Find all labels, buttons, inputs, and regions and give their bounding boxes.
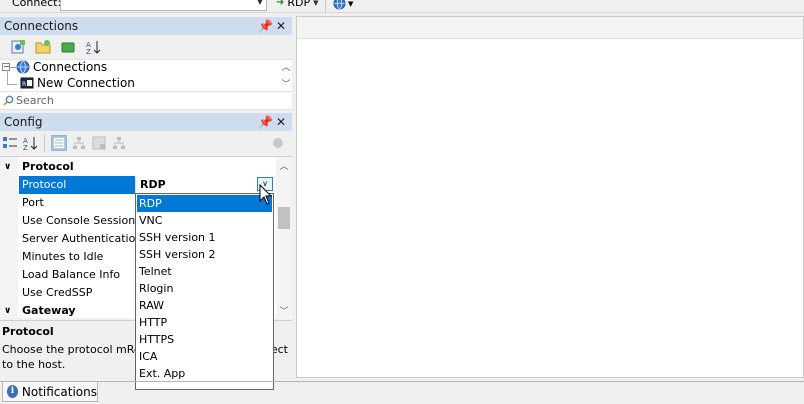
connection-tab-bar xyxy=(297,17,803,39)
connections-toolbar: AZ xyxy=(0,35,292,59)
connections-menu-button[interactable]: ▼ xyxy=(333,0,353,10)
property-name: Minutes to Idle xyxy=(22,250,104,263)
chevron-down-icon: ▼ xyxy=(348,0,354,8)
category-protocol[interactable]: ∨ Protocol xyxy=(0,158,276,176)
rdp-icon: R xyxy=(20,77,34,89)
bottom-tab-divider xyxy=(0,381,804,382)
property-grid-scrollbar[interactable]: ︿ ﹀ xyxy=(276,157,292,319)
toolbar-separator xyxy=(44,134,45,152)
property-name: Use Console Session xyxy=(22,214,135,227)
dropdown-option-ssh2[interactable]: SSH version 2 xyxy=(137,246,272,263)
connections-panel-title: Connections 📌 ✕ xyxy=(0,17,292,35)
tab-notifications[interactable]: i Notifications xyxy=(2,382,98,402)
quick-connect-protocol-button[interactable]: ➜ RDP ▼ xyxy=(276,0,319,9)
chevron-up-icon[interactable]: ︿ xyxy=(276,159,292,172)
dropdown-option-telnet[interactable]: Telnet xyxy=(137,263,272,280)
chevron-down-icon[interactable]: ∨ xyxy=(4,302,11,320)
close-icon[interactable]: ✕ xyxy=(276,113,286,131)
svg-text:Z: Z xyxy=(23,144,28,151)
tree-item-connections[interactable]: − Connections xyxy=(2,60,107,74)
tree-item-new-connection[interactable]: R New Connection xyxy=(20,76,135,90)
globe-icon xyxy=(333,0,346,10)
quick-connect-protocol-label: RDP xyxy=(287,0,311,9)
dropdown-option-ica[interactable]: ICA xyxy=(137,348,272,365)
pin-icon[interactable]: 📌 xyxy=(258,113,273,131)
chevron-down-icon: ▼ xyxy=(313,0,319,7)
chevron-down-icon[interactable]: ﹀ xyxy=(276,304,292,317)
collapse-icon[interactable]: − xyxy=(2,63,10,71)
host-status-icon xyxy=(270,135,286,151)
pin-icon[interactable]: 📌 xyxy=(258,17,273,35)
default-properties-icon[interactable] xyxy=(91,135,107,151)
sort-az-icon[interactable]: AZ xyxy=(22,135,38,151)
tree-item-label: Connections xyxy=(33,60,108,74)
connections-tree: − Connections R New Connection ︿ ﹀ xyxy=(0,59,292,91)
quick-connect-input[interactable]: ▼ xyxy=(60,0,267,11)
config-panel-title: Config 📌 ✕ xyxy=(0,113,292,131)
property-value[interactable]: RDP xyxy=(136,176,276,194)
tree-line xyxy=(7,70,8,85)
close-icon[interactable]: ✕ xyxy=(276,17,286,35)
connections-title-label: Connections xyxy=(4,19,79,33)
globe-icon xyxy=(16,60,30,74)
property-name: Load Balance Info xyxy=(22,268,121,281)
quick-connect-label: Connect: xyxy=(12,0,62,9)
new-folder-icon[interactable] xyxy=(35,39,51,55)
property-row-protocol[interactable]: Protocol RDP xyxy=(0,176,276,194)
dropdown-option-raw[interactable]: RAW xyxy=(137,297,272,314)
property-name: Port xyxy=(22,196,44,209)
dropdown-option-rlogin[interactable]: Rlogin xyxy=(137,280,272,297)
info-icon: i xyxy=(7,385,18,398)
svg-text:R: R xyxy=(22,81,26,88)
config-toolbar: AZ xyxy=(0,131,292,155)
chevron-up-icon[interactable]: ︿ xyxy=(280,60,292,73)
property-name: Protocol xyxy=(19,176,135,194)
dropdown-option-vnc[interactable]: VNC xyxy=(137,212,272,229)
search-icon xyxy=(3,95,14,106)
property-name: Server Authentication xyxy=(22,232,135,245)
toolbar-separator xyxy=(325,0,326,12)
help-title: Protocol xyxy=(2,325,54,338)
quick-connect-toolbar: Connect: ▼ ➜ RDP ▼ ▼ xyxy=(0,0,804,13)
sort-az-icon[interactable]: AZ xyxy=(85,39,101,55)
arrow-icon: ➜ xyxy=(276,0,285,8)
help-text-line1: Choose the protocol mRen xyxy=(2,343,148,356)
mouse-cursor-icon xyxy=(259,184,273,205)
category-label: Protocol xyxy=(22,160,74,173)
chevron-down-icon[interactable]: ∨ xyxy=(4,158,11,176)
chevron-down-icon: ▼ xyxy=(256,0,263,6)
tree-scrollbar[interactable]: ︿ ﹀ xyxy=(280,60,292,92)
dropdown-option-http[interactable]: HTTP xyxy=(137,314,272,331)
chevron-down-icon[interactable]: ﹀ xyxy=(280,77,292,90)
categorized-icon[interactable] xyxy=(2,135,18,151)
tree-line xyxy=(7,84,17,85)
tab-label: Notifications xyxy=(21,384,97,399)
config-title-label: Config xyxy=(4,115,43,129)
tree-item-label: New Connection xyxy=(37,76,135,90)
inheritance-icon[interactable] xyxy=(71,135,87,151)
dropdown-option-ssh1[interactable]: SSH version 1 xyxy=(137,229,272,246)
view-icon[interactable] xyxy=(60,39,76,55)
search-input[interactable]: Search xyxy=(0,91,292,110)
property-name: Use CredSSP xyxy=(22,286,93,299)
properties-icon[interactable] xyxy=(51,135,67,151)
search-placeholder: Search xyxy=(16,94,54,107)
dropdown-option-ext-app[interactable]: Ext. App xyxy=(137,365,272,382)
dropdown-option-https[interactable]: HTTPS xyxy=(137,331,272,348)
protocol-dropdown-list[interactable]: RDP VNC SSH version 1 SSH version 2 Teln… xyxy=(135,193,274,390)
new-connection-icon[interactable] xyxy=(10,39,26,55)
scrollbar-thumb[interactable] xyxy=(278,207,290,229)
connection-content-area[interactable] xyxy=(296,16,804,378)
default-inheritance-icon[interactable] xyxy=(111,135,127,151)
svg-text:Z: Z xyxy=(86,48,91,55)
dropdown-option-rdp[interactable]: RDP xyxy=(137,195,272,212)
category-label: Gateway xyxy=(22,304,76,317)
